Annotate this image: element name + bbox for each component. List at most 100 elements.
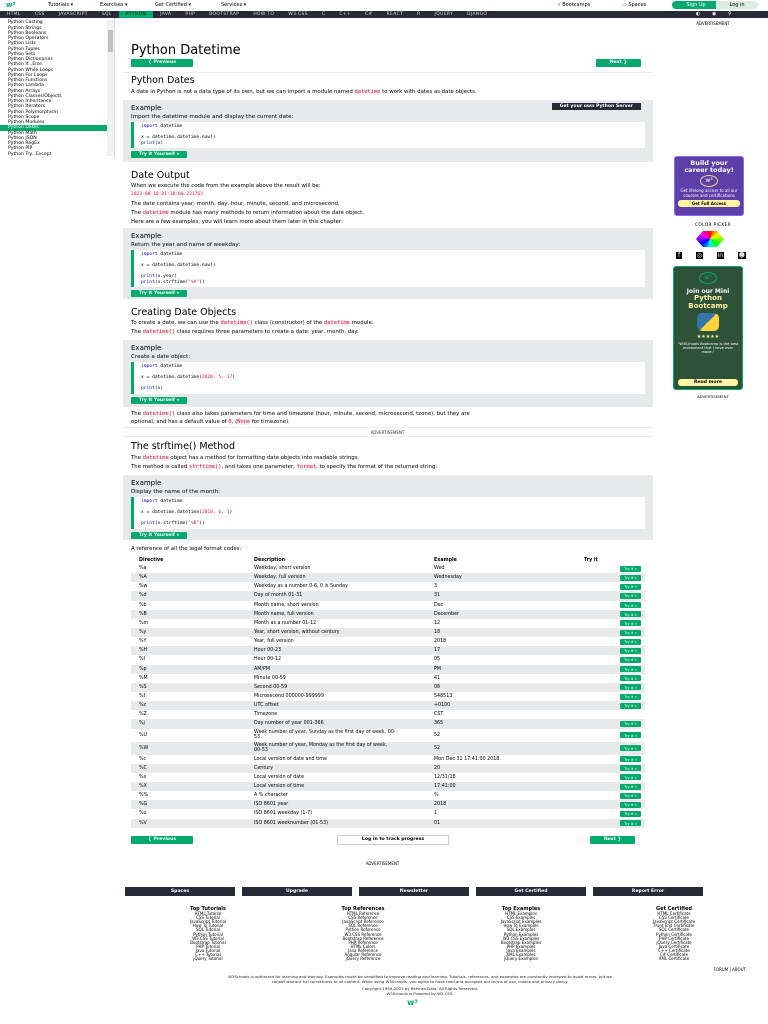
color-picker-icon[interactable]	[696, 231, 724, 247]
try-it-button[interactable]: Try it »	[620, 602, 641, 609]
try-it-button[interactable]: Try it »	[620, 656, 641, 663]
next-button[interactable]: Next ❯	[590, 836, 635, 844]
nav-item-java[interactable]: JAVA	[153, 11, 178, 18]
try-it-button[interactable]: Try it »	[620, 765, 641, 772]
next-button[interactable]: Next ❯	[596, 59, 641, 67]
menu-services[interactable]: Services ▾	[221, 2, 246, 8]
footer-button-spaces[interactable]: Spaces	[125, 887, 235, 896]
search-icon[interactable]: ⚲	[728, 11, 732, 17]
facebook-icon[interactable]: f	[676, 252, 683, 259]
try-it-button[interactable]: Try it »	[620, 820, 641, 827]
theme-icon[interactable]: ◉	[712, 11, 716, 17]
sidebar-item[interactable]: Python Try...Except	[0, 152, 107, 157]
nav-item-r[interactable]: R	[410, 11, 427, 18]
previous-button[interactable]: ❮ Previous	[131, 59, 193, 67]
nav-item-jquery[interactable]: JQUERY	[428, 11, 461, 18]
nav-item-how-to[interactable]: HOW TO	[246, 11, 281, 18]
linkedin-icon[interactable]: in	[716, 252, 725, 259]
discord-icon[interactable]: ☻	[737, 252, 746, 259]
sign-up-button[interactable]: Sign Up	[672, 1, 720, 9]
log-in-track-progress-button[interactable]: Log in to track progress	[337, 835, 449, 845]
try-it-button[interactable]: Try it »	[620, 720, 641, 727]
previous-button[interactable]: ❮ Previous	[131, 836, 193, 844]
try-it-cell: Try it »	[576, 763, 645, 773]
w3schools-footer-logo[interactable]: w³	[407, 998, 418, 1007]
bootcamps-link[interactable]: ∨ Bootcamps	[557, 2, 590, 8]
try-it-button[interactable]: Try it »	[620, 666, 641, 673]
try-it-yourself-button[interactable]: Try it Yourself »	[131, 290, 188, 297]
try-it-button[interactable]: Try it »	[620, 592, 641, 599]
build-career-ad[interactable]: Build your career today! w³ Get lifelong…	[674, 156, 744, 216]
nav-item-c-[interactable]: C++	[332, 11, 358, 18]
menu-tutorials[interactable]: Tutorials ▾	[48, 2, 73, 8]
try-it-button[interactable]: Try it »	[620, 684, 641, 691]
try-it-button[interactable]: Try it »	[620, 565, 641, 572]
nav-item-django[interactable]: DJANGO	[460, 11, 494, 18]
directive-cell: %c	[139, 756, 147, 762]
try-it-button[interactable]: Try it »	[620, 732, 641, 739]
try-it-button[interactable]: Try it »	[620, 801, 641, 808]
footer-button-upgrade[interactable]: Upgrade	[242, 887, 352, 896]
example-cell: 01	[426, 818, 576, 828]
try-it-button[interactable]: Try it »	[620, 756, 641, 763]
nav-item-bootstrap[interactable]: BOOTSTRAP	[202, 11, 246, 18]
example-cell: 52	[426, 741, 576, 755]
nav-item-react[interactable]: REACT	[380, 11, 411, 18]
sidebar-scroll-thumb[interactable]	[108, 30, 113, 52]
w3schools-logo[interactable]: w³	[6, 1, 20, 9]
footer-link[interactable]: jQuery Reference	[308, 957, 418, 961]
table-row: %w Weekday as a number 0-6, 0 is Sunday 3 T…	[131, 582, 645, 591]
try-it-button[interactable]: Try it »	[620, 783, 641, 790]
try-it-button[interactable]: Try it »	[620, 629, 641, 636]
nav-item-sql[interactable]: SQL	[95, 11, 119, 18]
forum-about-links[interactable]: FORUM | ABOUT	[714, 967, 746, 972]
try-it-button[interactable]: Try it »	[620, 810, 641, 817]
try-it-button[interactable]: Try it »	[620, 574, 641, 581]
nav-item-c-[interactable]: C#	[358, 11, 380, 18]
get-full-access-button[interactable]: Get Full Access	[678, 200, 740, 208]
footer-button-report-error[interactable]: Report Error	[593, 887, 703, 896]
try-it-button[interactable]: Try it »	[620, 702, 641, 709]
try-it-button[interactable]: Try it »	[620, 620, 641, 627]
get-python-server-button[interactable]: Get your own Python Server	[551, 103, 641, 110]
section-heading: The strftime() Method	[131, 441, 235, 452]
footer-button-newsletter[interactable]: Newsletter	[359, 887, 469, 896]
try-it-button[interactable]: Try it »	[620, 647, 641, 654]
footer-button-get-certified[interactable]: Get Certified	[476, 887, 586, 896]
footer-link[interactable]: jQuery Tutorial	[153, 957, 263, 961]
log-in-button[interactable]: Log in	[716, 1, 758, 9]
nav-item-w3-css[interactable]: W3.CSS	[281, 11, 315, 18]
try-it-yourself-button[interactable]: Try it Yourself »	[131, 151, 188, 158]
menu-exercises[interactable]: Exercises ▾	[100, 2, 128, 8]
instagram-icon[interactable]: ◎	[695, 252, 703, 259]
try-it-button[interactable]: Try it »	[620, 745, 641, 752]
try-it-button[interactable]: Try it »	[620, 792, 641, 799]
nav-item-php[interactable]: PHP	[178, 11, 202, 18]
python-bootcamp-ad[interactable]: w³ Join our Mini Python Bootcamp ★★★★★ "…	[673, 266, 743, 390]
example-cell: 05	[434, 657, 441, 663]
dark-mode-icon[interactable]: ◐	[696, 11, 700, 17]
try-it-button[interactable]: Try it »	[620, 693, 641, 700]
nav-item-c[interactable]: C	[315, 11, 332, 18]
read-more-button[interactable]: Read more	[678, 379, 738, 386]
try-it-yourself-button[interactable]: Try it Yourself »	[131, 531, 188, 539]
try-it-button[interactable]: Try it »	[620, 611, 641, 618]
nav-item-javascript[interactable]: JAVASCRIPT	[52, 11, 95, 18]
description-cell: Minute 00-59	[254, 675, 286, 681]
try-it-cell: Try it »	[576, 729, 645, 742]
nav-item-css[interactable]: CSS	[28, 11, 52, 18]
try-it-button[interactable]: Try it »	[620, 638, 641, 645]
try-it-button[interactable]: Try it »	[620, 583, 641, 590]
try-it-cell: Try it »	[576, 601, 645, 610]
footer-link[interactable]: jQuery Examples	[466, 957, 576, 961]
footer-link[interactable]: XML Certificate	[619, 957, 729, 961]
try-it-cell: Try it »	[576, 637, 645, 646]
try-it-yourself-button[interactable]: Try it Yourself »	[131, 396, 188, 404]
nav-item-python[interactable]: PYTHON	[118, 11, 154, 18]
try-it-button[interactable]: Try it »	[620, 675, 641, 682]
table-row: %I Hour 00-12 05 Try it »	[131, 655, 645, 664]
menu-get-certified[interactable]: Get Certified ▾	[155, 2, 191, 8]
nav-item-html[interactable]: HTML	[0, 11, 28, 18]
try-it-button[interactable]: Try it »	[620, 774, 641, 781]
spaces-link[interactable]: ▭ Spaces	[622, 2, 646, 8]
